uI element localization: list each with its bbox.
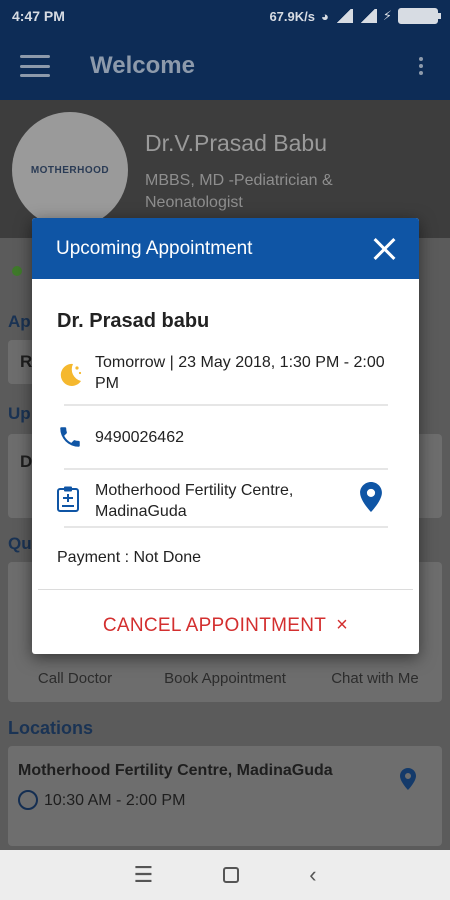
quick-actions: Call Doctor Book Appointment Chat with M… <box>0 670 450 687</box>
app-bar: Welcome <box>0 32 450 100</box>
signal-icon-2 <box>358 9 377 23</box>
status-bar: 4:47 PM 67.9K/s ◕ ⚡ <box>0 0 450 32</box>
divider <box>64 526 388 528</box>
map-pin-icon[interactable] <box>400 768 416 790</box>
system-nav-bar: ☰ ‹ <box>0 850 450 900</box>
doctor-name: Dr.V.Prasad Babu <box>145 130 327 156</box>
doctor-avatar: MOTHERHOOD <box>12 112 128 228</box>
card-fragment-r: R <box>20 352 33 371</box>
location-name: Motherhood Fertility Centre, MadinaGuda <box>18 762 333 779</box>
clock-icon <box>18 790 38 810</box>
appointment-doctor-name: Dr. Prasad babu <box>57 310 210 332</box>
book-appointment-button[interactable]: Book Appointment <box>150 670 300 687</box>
phone-row[interactable]: 9490026462 <box>57 424 387 452</box>
moon-icon <box>60 363 82 386</box>
divider <box>64 404 388 406</box>
more-options-icon[interactable] <box>406 57 436 75</box>
recents-icon[interactable]: ☰ <box>133 862 153 888</box>
home-icon[interactable] <box>223 867 240 883</box>
cancel-x-icon: × <box>336 614 349 636</box>
card-fragment-d: D <box>20 452 33 471</box>
network-speed: 67.9K/s <box>269 8 315 24</box>
cancel-appointment-button[interactable]: CANCEL APPOINTMENT × <box>32 614 419 637</box>
close-icon[interactable] <box>373 237 397 261</box>
back-icon[interactable]: ‹ <box>309 862 316 888</box>
payment-status: Payment : Not Done <box>57 549 202 566</box>
doctor-qualification: MBBS, MD -Pediatrician & Neonatologist <box>145 172 333 211</box>
section-fragment-qu: Qu <box>8 534 32 553</box>
doctor-phone[interactable]: 9490026462 <box>95 427 184 448</box>
chat-with-me-button[interactable]: Chat with Me <box>300 670 450 687</box>
clinic-name: Motherhood Fertility Centre, MadinaGuda <box>95 482 294 520</box>
clinic-row: Motherhood Fertility Centre, MadinaGuda <box>57 480 387 524</box>
battery-icon <box>398 8 441 24</box>
location-pin-icon[interactable] <box>360 482 382 512</box>
phone-icon <box>60 427 80 447</box>
charging-icon: ⚡ <box>382 8 392 23</box>
signal-icon <box>334 9 353 23</box>
online-status-dot <box>12 266 22 276</box>
wifi-icon: ◕ <box>321 8 329 24</box>
divider <box>38 589 413 590</box>
section-fragment-ap: Ap <box>8 312 31 331</box>
location-hours: 10:30 AM - 2:00 PM <box>44 792 186 809</box>
appointment-datetime: Tomorrow | 23 May 2018, 1:30 PM - 2:00 P… <box>95 354 385 392</box>
section-fragment-up: Up <box>8 404 31 423</box>
location-card[interactable]: Motherhood Fertility Centre, MadinaGuda … <box>8 746 442 846</box>
status-time: 4:47 PM <box>12 8 65 24</box>
clinic-logo: MOTHERHOOD <box>30 164 110 176</box>
appointment-datetime-row: Tomorrow | 23 May 2018, 1:30 PM - 2:00 P… <box>57 352 387 396</box>
upcoming-appointment-dialog: Upcoming Appointment Dr. Prasad babu Tom… <box>32 218 419 654</box>
dialog-header: Upcoming Appointment <box>32 218 419 279</box>
cancel-appointment-label: CANCEL APPOINTMENT <box>102 615 327 636</box>
clipboard-icon <box>57 486 79 512</box>
call-doctor-button[interactable]: Call Doctor <box>0 670 150 687</box>
menu-icon[interactable] <box>20 55 50 77</box>
page-title: Welcome <box>90 52 195 79</box>
divider <box>64 468 388 470</box>
dialog-title: Upcoming Appointment <box>56 237 253 259</box>
locations-heading: Locations <box>8 718 94 738</box>
